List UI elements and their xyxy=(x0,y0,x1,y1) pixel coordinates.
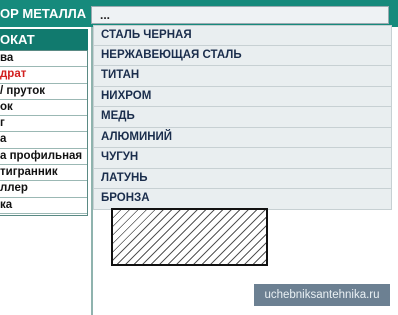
page-title: ОР МЕТАЛЛА xyxy=(0,6,87,21)
sidebar: ва драт / пруток ок г а а профильная тиг… xyxy=(0,50,88,216)
menu-item-nichrome[interactable]: НИХРОМ xyxy=(93,86,392,107)
menu-item-aluminium[interactable]: АЛЮМИНИЙ xyxy=(93,127,392,148)
sidebar-item[interactable]: ок xyxy=(0,100,87,117)
material-dropdown-menu: СТАЛЬ ЧЕРНАЯ НЕРЖАВЕЮЩАЯ СТАЛЬ ТИТАН НИХ… xyxy=(93,25,392,210)
sidebar-item[interactable]: ллер xyxy=(0,181,87,198)
sidebar-item[interactable]: ка xyxy=(0,198,87,214)
watermark: uchebniksantehnika.ru xyxy=(254,284,390,306)
profile-cross-section xyxy=(111,208,268,266)
menu-item-stainless-steel[interactable]: НЕРЖАВЕЮЩАЯ СТАЛЬ xyxy=(93,45,392,66)
sidebar-item[interactable]: ва xyxy=(0,51,87,68)
sidebar-item[interactable]: а xyxy=(0,132,87,149)
menu-item-black-steel[interactable]: СТАЛЬ ЧЕРНАЯ xyxy=(93,25,392,46)
sidebar-heading: ОКАТ xyxy=(0,29,88,50)
sidebar-item[interactable]: г xyxy=(0,116,87,133)
menu-item-cast-iron[interactable]: ЧУГУН xyxy=(93,148,392,169)
sidebar-item-active[interactable]: драт xyxy=(0,67,87,84)
menu-item-copper[interactable]: МЕДЬ xyxy=(93,107,392,128)
sidebar-item[interactable]: тигранник xyxy=(0,165,87,182)
sidebar-item[interactable]: а профильная xyxy=(0,149,87,166)
menu-item-brass[interactable]: ЛАТУНЬ xyxy=(93,168,392,189)
menu-item-bronze[interactable]: БРОНЗА xyxy=(93,189,392,210)
sidebar-item[interactable]: / пруток xyxy=(0,84,87,100)
menu-item-titanium[interactable]: ТИТАН xyxy=(93,66,392,87)
material-dropdown[interactable]: ... xyxy=(91,6,389,24)
